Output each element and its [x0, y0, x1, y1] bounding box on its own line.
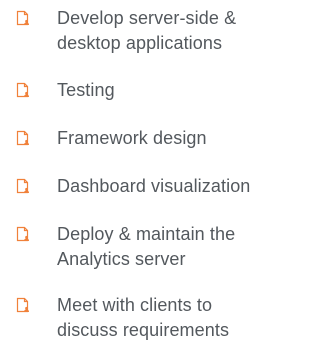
document-user-icon: [16, 226, 30, 242]
list-item-label: Testing: [57, 78, 272, 103]
list-item-line-1: Develop server-side &: [57, 8, 237, 28]
list-item-label: Framework design: [57, 126, 272, 151]
list-item-line-2: desktop applications: [57, 33, 223, 53]
document-user-icon: [16, 297, 30, 313]
document-user-icon: [16, 10, 30, 26]
list-item-label: Develop server-side & desktop applicatio…: [57, 6, 272, 56]
list-item-line-1: Dashboard visualization: [57, 176, 251, 196]
document-user-icon: [16, 178, 30, 194]
list-item-line-1: Deploy & maintain the: [57, 224, 236, 244]
document-user-icon: [16, 82, 30, 98]
list-item-label: Dashboard visualization: [57, 174, 272, 199]
document-user-icon: [16, 130, 30, 146]
list-item-line-1: Meet with clients to: [57, 295, 213, 315]
list-item-line-2: discuss requirements: [57, 320, 230, 340]
list-item-label: Meet with clients to discuss requirement…: [57, 293, 272, 343]
list-item-line-1: Framework design: [57, 128, 207, 148]
list-item-label: Deploy & maintain the Analytics server: [57, 222, 272, 272]
list-item-line-2: Analytics server: [57, 249, 186, 269]
responsibilities-list: Develop server-side & desktop applicatio…: [0, 0, 272, 340]
list-item-line-1: Testing: [57, 80, 115, 100]
